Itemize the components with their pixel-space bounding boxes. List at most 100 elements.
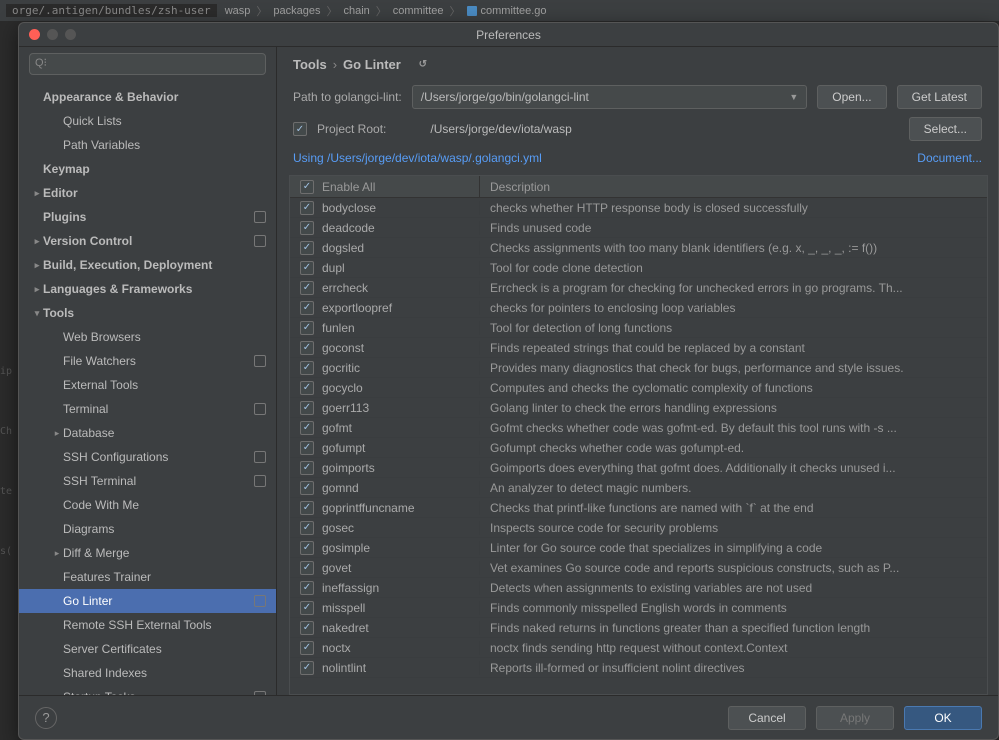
help-button[interactable]: ? xyxy=(35,707,57,729)
sidebar-item-features-trainer[interactable]: Features Trainer xyxy=(19,565,276,589)
linter-checkbox[interactable] xyxy=(300,361,314,375)
enable-all-header[interactable]: Enable All xyxy=(290,176,480,197)
linter-row[interactable]: gosimpleLinter for Go source code that s… xyxy=(290,538,987,558)
linter-checkbox[interactable] xyxy=(300,221,314,235)
linter-checkbox[interactable] xyxy=(300,641,314,655)
sidebar-item-ssh-terminal[interactable]: SSH Terminal xyxy=(19,469,276,493)
cancel-button[interactable]: Cancel xyxy=(728,706,806,730)
linter-row[interactable]: nakedretFinds naked returns in functions… xyxy=(290,618,987,638)
sidebar-item-ssh-configurations[interactable]: SSH Configurations xyxy=(19,445,276,469)
crumb-tools[interactable]: Tools xyxy=(293,57,327,72)
sidebar-item-startup-tasks[interactable]: Startup Tasks xyxy=(19,685,276,695)
linter-row[interactable]: bodyclosechecks whether HTTP response bo… xyxy=(290,198,987,218)
sidebar-item-database[interactable]: Database xyxy=(19,421,276,445)
tree-arrow-icon[interactable] xyxy=(31,260,43,271)
bc-file[interactable]: committee.go xyxy=(481,5,547,17)
linter-row[interactable]: goprintffuncnameChecks that printf-like … xyxy=(290,498,987,518)
linter-checkbox[interactable] xyxy=(300,301,314,315)
reset-icon[interactable]: ↺ xyxy=(415,58,431,70)
linter-row[interactable]: exportlooprefchecks for pointers to encl… xyxy=(290,298,987,318)
linter-checkbox[interactable] xyxy=(300,201,314,215)
linter-checkbox[interactable] xyxy=(300,581,314,595)
linter-checkbox[interactable] xyxy=(300,421,314,435)
bc-item[interactable]: packages xyxy=(273,5,320,17)
sidebar-item-version-control[interactable]: Version Control xyxy=(19,229,276,253)
sidebar-item-build-execution-deployment[interactable]: Build, Execution, Deployment xyxy=(19,253,276,277)
bc-item[interactable]: chain xyxy=(343,5,369,17)
linter-checkbox[interactable] xyxy=(300,481,314,495)
sidebar-item-web-browsers[interactable]: Web Browsers xyxy=(19,325,276,349)
linter-checkbox[interactable] xyxy=(300,241,314,255)
sidebar-item-editor[interactable]: Editor xyxy=(19,181,276,205)
linter-checkbox[interactable] xyxy=(300,501,314,515)
linter-row[interactable]: dogsledChecks assignments with too many … xyxy=(290,238,987,258)
sidebar-item-diff-merge[interactable]: Diff & Merge xyxy=(19,541,276,565)
sidebar-item-keymap[interactable]: Keymap xyxy=(19,157,276,181)
bc-item[interactable]: committee xyxy=(393,5,444,17)
project-root-checkbox[interactable] xyxy=(293,122,307,136)
linter-row[interactable]: goconstFinds repeated strings that could… xyxy=(290,338,987,358)
linter-checkbox[interactable] xyxy=(300,261,314,275)
sidebar-item-code-with-me[interactable]: Code With Me xyxy=(19,493,276,517)
linter-checkbox[interactable] xyxy=(300,521,314,535)
sidebar-item-go-linter[interactable]: Go Linter xyxy=(19,589,276,613)
linter-checkbox[interactable] xyxy=(300,541,314,555)
sidebar-item-plugins[interactable]: Plugins xyxy=(19,205,276,229)
sidebar-item-remote-ssh-external-tools[interactable]: Remote SSH External Tools xyxy=(19,613,276,637)
linter-row[interactable]: goimportsGoimports does everything that … xyxy=(290,458,987,478)
sidebar-item-terminal[interactable]: Terminal xyxy=(19,397,276,421)
linter-row[interactable]: goerr113Golang linter to check the error… xyxy=(290,398,987,418)
get-latest-button[interactable]: Get Latest xyxy=(897,85,982,109)
linter-row[interactable]: gofmtGofmt checks whether code was gofmt… xyxy=(290,418,987,438)
sidebar-item-quick-lists[interactable]: Quick Lists xyxy=(19,109,276,133)
linter-checkbox[interactable] xyxy=(300,441,314,455)
golangci-path-combo[interactable]: /Users/jorge/go/bin/golangci-lint ▼ xyxy=(412,85,808,109)
linter-row[interactable]: funlenTool for detection of long functio… xyxy=(290,318,987,338)
sidebar-item-diagrams[interactable]: Diagrams xyxy=(19,517,276,541)
linter-row[interactable]: ineffassignDetects when assignments to e… xyxy=(290,578,987,598)
linter-row[interactable]: misspellFinds commonly misspelled Englis… xyxy=(290,598,987,618)
linter-checkbox[interactable] xyxy=(300,561,314,575)
linter-row[interactable]: deadcodeFinds unused code xyxy=(290,218,987,238)
linter-checkbox[interactable] xyxy=(300,381,314,395)
document-link[interactable]: Document... xyxy=(917,151,982,165)
linter-checkbox[interactable] xyxy=(300,341,314,355)
sidebar-item-tools[interactable]: Tools xyxy=(19,301,276,325)
sidebar-item-external-tools[interactable]: External Tools xyxy=(19,373,276,397)
ok-button[interactable]: OK xyxy=(904,706,982,730)
linter-row[interactable]: govetVet examines Go source code and rep… xyxy=(290,558,987,578)
config-file-link[interactable]: Using /Users/jorge/dev/iota/wasp/.golang… xyxy=(293,151,542,165)
linter-checkbox[interactable] xyxy=(300,401,314,415)
linter-row[interactable]: errcheckErrcheck is a program for checki… xyxy=(290,278,987,298)
linter-checkbox[interactable] xyxy=(300,601,314,615)
sidebar-item-file-watchers[interactable]: File Watchers xyxy=(19,349,276,373)
bc-item[interactable]: wasp xyxy=(225,5,251,17)
linter-checkbox[interactable] xyxy=(300,661,314,675)
linter-checkbox[interactable] xyxy=(300,621,314,635)
sidebar-item-shared-indexes[interactable]: Shared Indexes xyxy=(19,661,276,685)
tree-arrow-icon[interactable] xyxy=(31,236,43,247)
sidebar-item-server-certificates[interactable]: Server Certificates xyxy=(19,637,276,661)
enable-all-checkbox[interactable] xyxy=(300,180,314,194)
tree-arrow-icon[interactable] xyxy=(51,548,63,559)
linter-checkbox[interactable] xyxy=(300,321,314,335)
linter-row[interactable]: noctxnoctx finds sending http request wi… xyxy=(290,638,987,658)
sidebar-item-path-variables[interactable]: Path Variables xyxy=(19,133,276,157)
linter-row[interactable]: gofumptGofumpt checks whether code was g… xyxy=(290,438,987,458)
linter-row[interactable]: nolintlintReports ill-formed or insuffic… xyxy=(290,658,987,678)
settings-search-input[interactable] xyxy=(29,53,266,75)
tree-arrow-icon[interactable] xyxy=(31,188,43,199)
linter-checkbox[interactable] xyxy=(300,281,314,295)
window-close-icon[interactable] xyxy=(29,29,40,40)
tree-arrow-icon[interactable] xyxy=(31,284,43,295)
linter-checkbox[interactable] xyxy=(300,461,314,475)
tree-arrow-icon[interactable] xyxy=(31,308,43,319)
linter-row[interactable]: gocycloComputes and checks the cyclomati… xyxy=(290,378,987,398)
sidebar-item-appearance-behavior[interactable]: Appearance & Behavior xyxy=(19,85,276,109)
linter-row[interactable]: duplTool for code clone detection xyxy=(290,258,987,278)
tree-arrow-icon[interactable] xyxy=(51,428,63,439)
linter-row[interactable]: gosecInspects source code for security p… xyxy=(290,518,987,538)
select-button[interactable]: Select... xyxy=(909,117,982,141)
linter-row[interactable]: gomndAn analyzer to detect magic numbers… xyxy=(290,478,987,498)
sidebar-item-languages-frameworks[interactable]: Languages & Frameworks xyxy=(19,277,276,301)
